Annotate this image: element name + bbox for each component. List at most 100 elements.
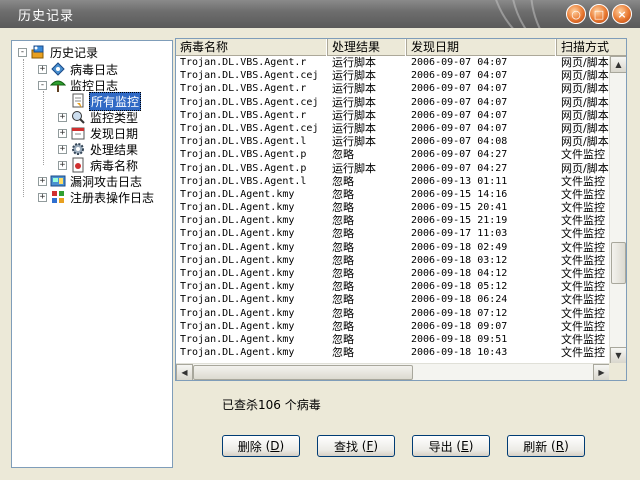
- column-header-found-date[interactable]: 发现日期: [407, 39, 557, 56]
- horizontal-scroll-thumb[interactable]: [193, 365, 413, 380]
- cell-found-date: 2006-09-15 21:19: [411, 215, 508, 227]
- cell-virus-name: Trojan.DL.VBS.Agent.l: [180, 136, 307, 148]
- monitor-log-icon: [49, 77, 67, 93]
- table-header: 病毒名称 处理结果 发现日期 扫描方式: [176, 39, 626, 56]
- table-row[interactable]: Trojan.DL.Agent.kmy 忽略 2006-09-15 14:16 文件监…: [176, 188, 610, 201]
- cell-virus-name: Trojan.DL.VBS.Agent.cej: [180, 70, 319, 82]
- refresh-button[interactable]: 刷新 (R): [507, 435, 585, 457]
- cell-found-date: 2006-09-07 04:07: [411, 57, 508, 68]
- expand-icon[interactable]: +: [58, 160, 67, 170]
- cell-scan-method: 文件监控: [561, 267, 605, 280]
- cell-found-date: 2006-09-17 11:03: [411, 228, 508, 240]
- cell-result: 忽略: [332, 187, 354, 201]
- table-row[interactable]: Trojan.DL.VBS.Agent.cej 运行脚本 2006-09-07 04…: [176, 69, 610, 82]
- table-row[interactable]: Trojan.DL.VBS.Agent.r 运行脚本 2006-09-07 04:0…: [176, 56, 610, 69]
- tree-item-history[interactable]: - 历史记录: [18, 44, 99, 60]
- cell-found-date: 2006-09-07 04:07: [411, 96, 508, 108]
- cell-result: 运行脚本: [332, 121, 376, 135]
- table-row[interactable]: Trojan.DL.Agent.kmy 忽略 2006-09-15 21:19 文件监…: [176, 214, 610, 227]
- cell-found-date: 2006-09-15 20:41: [411, 202, 508, 214]
- collapse-icon[interactable]: -: [18, 47, 27, 57]
- close-button[interactable]: ×: [612, 4, 632, 24]
- minimize-button[interactable]: ○: [566, 4, 586, 24]
- column-header-result[interactable]: 处理结果: [328, 39, 407, 56]
- delete-button[interactable]: 删除 (D): [222, 435, 300, 457]
- table-row[interactable]: Trojan.DL.Agent.kmy 忽略 2006-09-18 06:24 文件监…: [176, 293, 610, 306]
- cell-scan-method: 文件监控: [561, 240, 605, 254]
- scroll-right-button[interactable]: ▶: [593, 364, 610, 380]
- vertical-scroll-thumb[interactable]: [611, 242, 626, 284]
- cell-found-date: 2006-09-18 09:51: [411, 333, 508, 345]
- log-tree[interactable]: - 历史记录 + 病毒日志 - 监控日志 所有监控 + 监控类型 + 发现日期 …: [11, 40, 173, 468]
- table-row[interactable]: Trojan.DL.Agent.kmy 忽略 2006-09-18 02:49 文件监…: [176, 241, 610, 254]
- vertical-scrollbar[interactable]: ▲ ▼: [609, 56, 626, 364]
- tree-item-label: 监控类型: [90, 110, 139, 125]
- table-row[interactable]: Trojan.DL.Agent.kmy 忽略 2006-09-18 03:12 文件监…: [176, 254, 610, 267]
- tree-guide: [43, 91, 44, 165]
- scroll-up-button[interactable]: ▲: [610, 56, 626, 73]
- cell-found-date: 2006-09-18 07:12: [411, 307, 508, 319]
- table-row[interactable]: Trojan.DL.VBS.Agent.r 运行脚本 2006-09-07 04:0…: [176, 109, 610, 122]
- find-button[interactable]: 查找 (F): [317, 435, 395, 457]
- expand-icon[interactable]: +: [38, 64, 47, 74]
- tree-item-process-result[interactable]: + 处理结果: [58, 141, 139, 157]
- cell-virus-name: Trojan.DL.VBS.Agent.p: [180, 149, 307, 161]
- tree-item-found-date[interactable]: + 发现日期: [58, 125, 139, 141]
- table-row[interactable]: Trojan.DL.Agent.kmy 忽略 2006-09-18 05:12 文件监…: [176, 280, 610, 293]
- tree-item-registry-log[interactable]: + 注册表操作日志: [38, 189, 155, 205]
- table-row[interactable]: Trojan.DL.Agent.kmy 忽略 2006-09-18 04:12 文件监…: [176, 267, 610, 280]
- table-row[interactable]: Trojan.DL.VBS.Agent.l 忽略 2006-09-13 01:11 文…: [176, 175, 610, 188]
- table-row[interactable]: Trojan.DL.VBS.Agent.p 忽略 2006-09-07 04:27 文…: [176, 148, 610, 161]
- cell-found-date: 2006-09-18 05:12: [411, 281, 508, 293]
- cell-virus-name: Trojan.DL.VBS.Agent.r: [180, 83, 307, 95]
- cell-virus-name: Trojan.DL.Agent.kmy: [180, 333, 295, 345]
- virus-log-table[interactable]: 病毒名称 处理结果 发现日期 扫描方式 Trojan.DL.VBS.Agent.…: [175, 38, 627, 381]
- cell-result: 忽略: [332, 267, 354, 280]
- cell-scan-method: 网页/脚本: [561, 121, 609, 135]
- tree-item-all-monitor[interactable]: 所有监控: [58, 91, 142, 111]
- cell-scan-method: 文件监控: [561, 319, 605, 333]
- tree-item-monitor-type[interactable]: + 监控类型: [58, 109, 139, 125]
- virus-log-icon: [50, 61, 66, 77]
- button-label: 导出: [428, 439, 453, 454]
- cell-virus-name: Trojan.DL.Agent.kmy: [180, 294, 295, 306]
- tree-item-label: 处理结果: [90, 142, 139, 157]
- expand-icon[interactable]: +: [58, 144, 67, 154]
- title-bar[interactable]: 历史记录 ○ □ ×: [0, 0, 640, 28]
- cell-scan-method: 网页/脚本: [561, 161, 609, 175]
- expand-icon[interactable]: +: [58, 112, 67, 122]
- table-row[interactable]: Trojan.DL.VBS.Agent.l 运行脚本 2006-09-07 04:0…: [176, 135, 610, 148]
- table-row[interactable]: Trojan.DL.VBS.Agent.cej 运行脚本 2006-09-07 04…: [176, 122, 610, 135]
- cell-virus-name: Trojan.DL.Agent.kmy: [180, 241, 295, 253]
- table-row[interactable]: Trojan.DL.Agent.kmy 忽略 2006-09-18 10:43 文件监…: [176, 346, 610, 359]
- expand-icon[interactable]: +: [38, 192, 47, 202]
- column-header-virus-name[interactable]: 病毒名称: [176, 39, 328, 56]
- table-row[interactable]: Trojan.DL.VBS.Agent.cej 运行脚本 2006-09-07 04…: [176, 96, 610, 109]
- collapse-icon[interactable]: -: [38, 80, 47, 90]
- table-row[interactable]: Trojan.DL.Agent.kmy 忽略 2006-09-18 07:12 文件监…: [176, 307, 610, 320]
- registry-log-icon: [50, 189, 66, 205]
- expand-icon[interactable]: +: [38, 176, 47, 186]
- cell-found-date: 2006-09-18 03:12: [411, 254, 508, 266]
- monitor-type-icon: [70, 109, 86, 125]
- table-row[interactable]: Trojan.DL.Agent.kmy 忽略 2006-09-18 09:07 文件监…: [176, 320, 610, 333]
- export-button[interactable]: 导出 (E): [412, 435, 490, 457]
- horizontal-scrollbar[interactable]: ◀ ▶: [176, 363, 610, 380]
- scroll-left-button[interactable]: ◀: [176, 364, 193, 380]
- scroll-down-button[interactable]: ▼: [610, 347, 626, 364]
- maximize-button[interactable]: □: [589, 4, 609, 24]
- expand-icon[interactable]: +: [58, 128, 67, 138]
- table-row[interactable]: Trojan.DL.VBS.Agent.r 运行脚本 2006-09-07 04:0…: [176, 82, 610, 95]
- cell-result: 忽略: [332, 319, 354, 333]
- tree-item-virus-name[interactable]: + 病毒名称: [58, 157, 139, 173]
- cell-scan-method: 文件监控: [561, 187, 605, 201]
- table-row[interactable]: Trojan.DL.VBS.Agent.p 运行脚本 2006-09-07 04:2…: [176, 162, 610, 175]
- tree-item-virus-log[interactable]: + 病毒日志: [38, 61, 119, 77]
- column-header-scan-method[interactable]: 扫描方式: [557, 39, 626, 56]
- table-row[interactable]: Trojan.DL.Agent.kmy 忽略 2006-09-18 09:51 文件监…: [176, 333, 610, 346]
- cell-result: 运行脚本: [332, 95, 376, 109]
- table-row[interactable]: Trojan.DL.Agent.kmy 忽略 2006-09-15 20:41 文件监…: [176, 201, 610, 214]
- tree-item-exploit-log[interactable]: + 漏洞攻击日志: [38, 173, 143, 189]
- table-row[interactable]: Trojan.DL.Agent.kmy 忽略 2006-09-17 11:03 文件监…: [176, 227, 610, 240]
- window-controls: ○ □ ×: [566, 4, 632, 24]
